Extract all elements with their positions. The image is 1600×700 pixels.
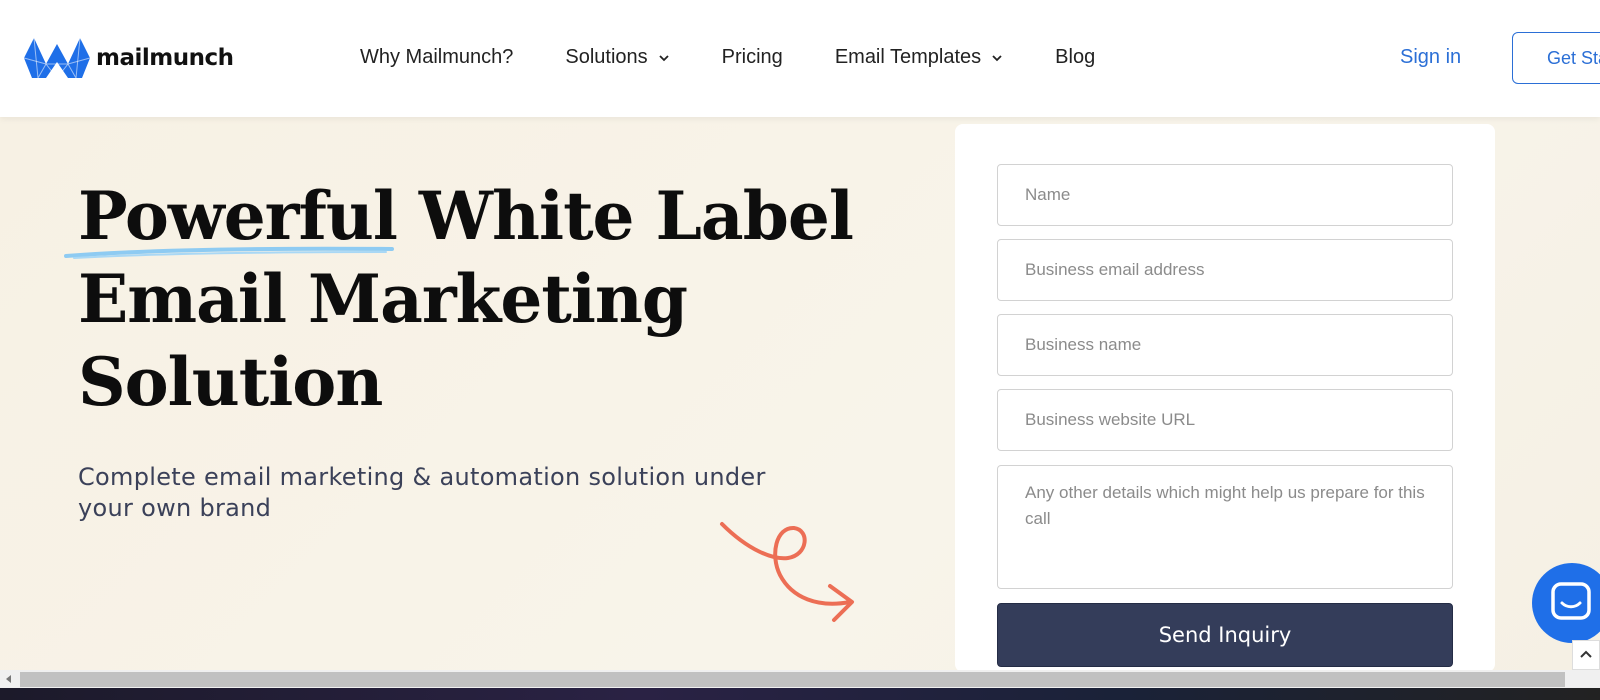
details-textarea[interactable] (997, 465, 1453, 589)
inquiry-form-card: Send Inquiry (955, 124, 1495, 672)
nav-email-templates[interactable]: Email Templates (835, 46, 1003, 69)
logo-text: mailmunch (96, 45, 234, 71)
headline-line3: Solution (78, 343, 383, 421)
horizontal-scrollbar[interactable] (0, 670, 1600, 688)
nav-why-mailmunch[interactable]: Why Mailmunch? (360, 46, 513, 69)
scroll-to-top-button[interactable] (1572, 640, 1600, 670)
name-input[interactable] (997, 164, 1453, 226)
os-taskbar (0, 688, 1600, 700)
nav-label: Email Templates (834, 46, 982, 68)
hero-headline: Powerful White Label Email Marketing Sol… (78, 175, 854, 424)
business-email-input[interactable] (997, 239, 1453, 301)
nav-label: Pricing (721, 46, 783, 68)
logo-mark-icon (24, 37, 90, 80)
nav-pricing[interactable]: Pricing (722, 46, 783, 69)
chevron-up-icon (1580, 650, 1592, 658)
headline-line1-rest: White Label (418, 177, 854, 255)
nav-solutions[interactable]: Solutions (565, 46, 669, 69)
business-website-input[interactable] (997, 389, 1453, 451)
scroll-left-arrow-icon[interactable] (4, 674, 14, 684)
chevron-down-icon (992, 54, 1002, 61)
site-header: mailmunch Why Mailmunch? Solutions Prici… (0, 0, 1600, 117)
logo[interactable]: mailmunch (24, 36, 234, 80)
chat-icon (1551, 582, 1591, 620)
nav-label: Blog (1055, 46, 1096, 68)
hero-subtitle: Complete email marketing & automation so… (78, 463, 766, 522)
nav-label: Why Mailmunch? (360, 46, 514, 68)
main-nav: Why Mailmunch? Solutions Pricing Email T… (360, 46, 1095, 69)
headline-highlight-word: Powerful (78, 177, 398, 255)
business-name-input[interactable] (997, 314, 1453, 376)
headline-line2: Email Marketing (78, 260, 688, 338)
send-inquiry-button[interactable]: Send Inquiry (997, 603, 1453, 667)
arrow-doodle-icon (720, 522, 854, 622)
nav-blog[interactable]: Blog (1055, 46, 1095, 69)
sign-in-link[interactable]: Sign in (1400, 46, 1461, 69)
nav-label: Solutions (565, 46, 648, 68)
chevron-down-icon (659, 54, 669, 61)
get-started-button[interactable]: Get Sta (1512, 32, 1600, 84)
scrollbar-thumb[interactable] (20, 672, 1565, 687)
